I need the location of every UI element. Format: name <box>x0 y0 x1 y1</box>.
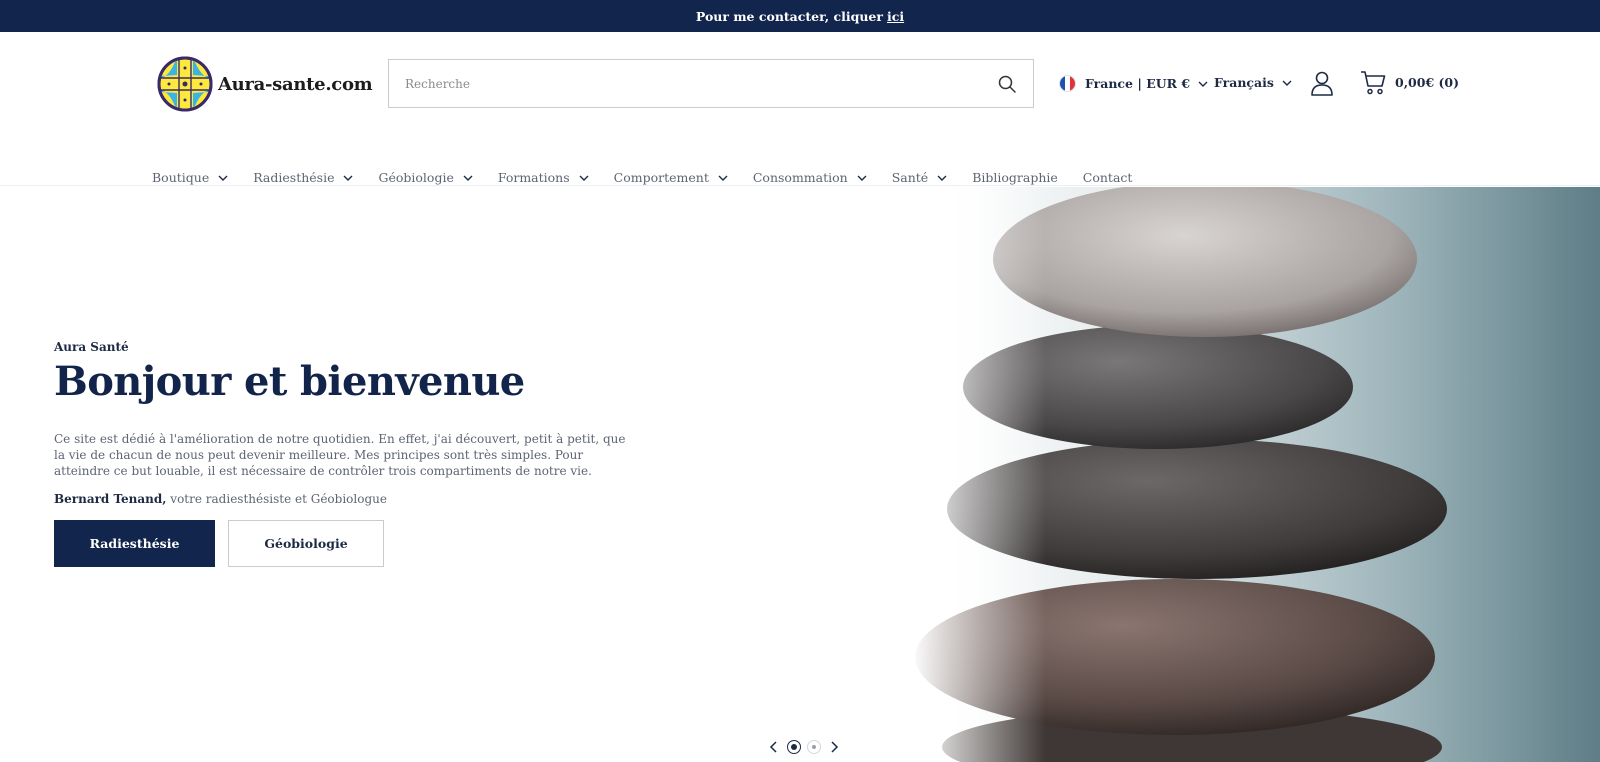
nav-item-bibliographie[interactable]: Bibliographie <box>972 170 1058 185</box>
hero-slideshow: Aura Santé Bonjour et bienvenue Ce site … <box>0 187 1600 762</box>
nav-item-label: Radiesthésie <box>253 170 335 185</box>
nav-item-geobiologie[interactable]: Géobiologie <box>378 170 473 185</box>
next-slide-button[interactable] <box>827 740 841 754</box>
chevron-down-icon <box>1198 81 1208 87</box>
cart-button[interactable]: 0,00€ (0) <box>1360 70 1459 95</box>
chevron-left-icon <box>769 740 777 753</box>
chevron-right-icon <box>831 740 839 753</box>
nav-item-label: Comportement <box>613 170 709 185</box>
chevron-down-icon <box>937 175 947 181</box>
chevron-down-icon <box>718 175 728 181</box>
nav-item-formations[interactable]: Formations <box>498 170 589 185</box>
slide-dot-1[interactable] <box>787 739 801 754</box>
signature-role: votre radiesthésiste et Géobiologue <box>166 492 387 506</box>
hero-heading: Bonjour et bienvenue <box>54 358 525 405</box>
chevron-down-icon <box>579 175 589 181</box>
nav-item-contact[interactable]: Contact <box>1083 170 1133 185</box>
chevron-down-icon <box>343 175 353 181</box>
slide-dot-2[interactable] <box>807 739 821 754</box>
site-header: Aura-sante.com France | EUR € Français 0… <box>0 32 1600 186</box>
stacked-stones-image <box>760 187 1600 762</box>
hero-signature: Bernard Tenand, votre radiesthésiste et … <box>54 492 634 506</box>
hero-content: Aura Santé Bonjour et bienvenue Ce site … <box>54 340 634 567</box>
country-selector[interactable]: France | EUR € <box>1059 75 1208 92</box>
nav-item-label: Consommation <box>752 170 848 185</box>
cart-label: 0,00€ (0) <box>1395 75 1460 90</box>
nav-item-label: Bibliographie <box>972 170 1058 185</box>
announcement-text: Pour me contacter, cliquer <box>695 8 883 24</box>
chevron-down-icon <box>857 175 867 181</box>
nav-item-label: Boutique <box>152 170 210 185</box>
hero-subtitle: Aura Santé <box>54 340 129 354</box>
cart-icon <box>1361 71 1386 95</box>
nav-item-consommation[interactable]: Consommation <box>753 170 867 185</box>
search-input[interactable] <box>389 60 1033 107</box>
announcement-bar: Pour me contacter, cliquer ici <box>0 0 1600 32</box>
contact-link[interactable]: ici <box>887 9 904 24</box>
language-selector[interactable]: Français <box>1214 75 1292 90</box>
chevron-down-icon <box>463 175 473 181</box>
nav-item-boutique[interactable]: Boutique <box>152 170 228 185</box>
logo-text: Aura-sante.com <box>218 73 373 95</box>
slideshow-controls <box>756 731 852 762</box>
france-flag-icon <box>1059 75 1076 92</box>
chevron-down-icon <box>1282 80 1292 86</box>
hero-description: Ce site est dédié à l'amélioration de no… <box>54 432 626 478</box>
nav-item-label: Contact <box>1082 170 1133 185</box>
logo[interactable]: Aura-sante.com <box>157 56 373 112</box>
hero-buttons: Radiesthésie Géobiologie <box>54 520 384 567</box>
geobiologie-button[interactable]: Géobiologie <box>228 520 384 567</box>
nav-item-comportement[interactable]: Comportement <box>614 170 728 185</box>
nav-item-sante[interactable]: Santé <box>892 170 948 185</box>
nav-item-label: Santé <box>891 170 929 185</box>
previous-slide-button[interactable] <box>767 740 781 754</box>
chevron-down-icon <box>218 175 228 181</box>
search-icon[interactable] <box>997 74 1017 94</box>
logo-icon <box>157 56 213 112</box>
country-label: France | EUR € <box>1085 76 1191 91</box>
signature-name: Bernard Tenand, <box>54 492 167 506</box>
nav-item-radiesthesie[interactable]: Radiesthésie <box>253 170 353 185</box>
main-nav: Boutique Radiesthésie Géobiologie Format… <box>152 170 1157 185</box>
account-icon[interactable] <box>1310 70 1334 96</box>
radiesthesie-button[interactable]: Radiesthésie <box>54 520 215 567</box>
search-box <box>388 59 1034 108</box>
nav-item-label: Géobiologie <box>378 170 454 185</box>
nav-item-label: Formations <box>497 170 570 185</box>
language-label: Français <box>1214 75 1274 90</box>
